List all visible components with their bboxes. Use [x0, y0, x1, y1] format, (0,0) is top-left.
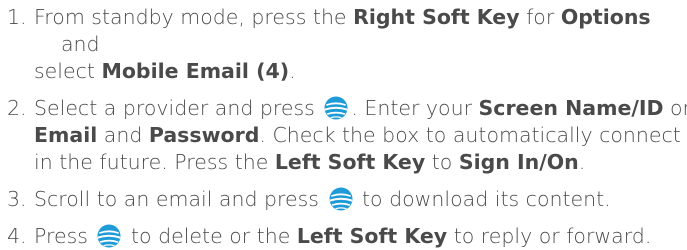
step-line: Press to delete or the Left Soft Key to …	[34, 223, 687, 250]
step-line: Email and Password. Check the box to aut…	[34, 122, 687, 149]
step-line: select Mobile Email (4).	[34, 58, 687, 85]
field-name: Password	[148, 123, 260, 147]
step-text: Select a provider and press	[34, 96, 322, 120]
step-line: in the future. Press the Left Soft Key t…	[34, 149, 687, 176]
step-text: and	[97, 123, 149, 147]
key-name: Right Soft Key	[353, 5, 520, 29]
att-globe-icon	[324, 96, 348, 120]
step-1: 1. From standby mode, press the Right So…	[7, 4, 687, 85]
menu-name: Options	[560, 5, 651, 29]
step-number: 2.	[7, 96, 27, 120]
step-number: 1.	[7, 5, 27, 29]
att-globe-icon	[329, 187, 353, 211]
step-2: 2. Select a provider and press . Enter y…	[7, 95, 687, 176]
step-text: in the future. Press the	[34, 150, 275, 174]
step-text: Scroll to an email and press	[34, 187, 326, 211]
key-name: Left Soft Key	[296, 224, 448, 248]
instruction-steps: 1. From standby mode, press the Right So…	[7, 4, 687, 250]
step-number: 3.	[7, 187, 27, 211]
step-4: 4. Press to delete or the Left Soft Key …	[7, 223, 687, 250]
step-text: . Enter your	[351, 96, 479, 120]
step-text: select	[34, 59, 102, 83]
step-text: and	[61, 32, 100, 56]
step-line: and	[34, 31, 687, 58]
key-name: Left Soft Key	[274, 150, 426, 174]
step-text: .	[578, 150, 586, 174]
step-text: to	[425, 150, 459, 174]
step-text: Press	[34, 224, 95, 248]
step-text: to reply or forward.	[447, 224, 652, 248]
step-line: From standby mode, press the Right Soft …	[34, 4, 687, 31]
att-globe-icon	[97, 224, 121, 248]
step-line: Select a provider and press . Enter your…	[34, 95, 687, 122]
step-line: Scroll to an email and press to download…	[34, 186, 687, 213]
step-text: . Check the box to automatically connect	[259, 123, 681, 147]
step-number: 4.	[7, 224, 27, 248]
step-text: for	[519, 5, 561, 29]
menu-name: Mobile Email (4)	[101, 59, 290, 83]
field-name: Screen Name/ID	[478, 96, 664, 120]
step-text: or	[670, 96, 687, 120]
action-name: Sign In/On	[458, 150, 579, 174]
step-text: to delete or the	[124, 224, 297, 248]
step-text: to download its content.	[355, 187, 611, 211]
step-text: From standby mode, press the	[34, 5, 354, 29]
field-name: Email	[34, 123, 98, 147]
step-text: .	[289, 59, 296, 83]
step-3: 3. Scroll to an email and press to downl…	[7, 186, 687, 213]
